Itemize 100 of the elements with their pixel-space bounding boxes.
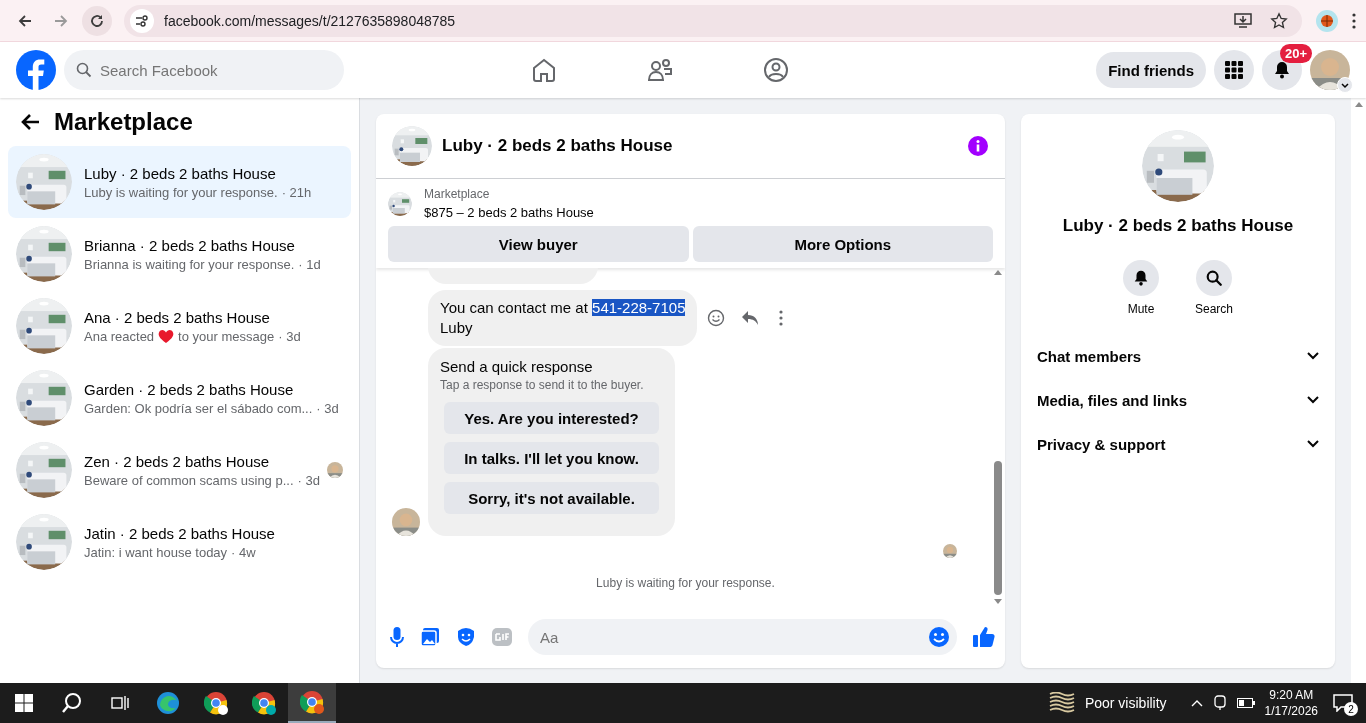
address-bar[interactable]: facebook.com/messages/t/2127635898048785 xyxy=(124,4,1302,37)
bell-icon xyxy=(1132,269,1150,287)
conversation-preview: Ana reacted xyxy=(84,328,155,344)
info-icon[interactable] xyxy=(967,135,989,157)
conversation-item[interactable]: Brianna · 2 beds 2 baths House Brianna is waiting for your response. · 1d xyxy=(8,218,351,290)
conversation-item[interactable]: Garden · 2 beds 2 baths House Garden: Ok podría ser el sábado com... · 3d xyxy=(8,362,351,434)
reload-icon xyxy=(89,12,105,29)
conversation-title: Brianna · 2 beds 2 baths House xyxy=(84,236,296,254)
microphone-icon[interactable] xyxy=(390,627,404,647)
scroll-up-icon[interactable] xyxy=(1354,102,1363,107)
conversation-title: Garden · 2 beds 2 baths House xyxy=(84,380,295,398)
scroll-down-icon[interactable] xyxy=(994,599,1002,604)
find-friends-button[interactable]: Find friends xyxy=(1096,52,1206,88)
contact-name: Luby · 2 beds 2 baths House xyxy=(1062,216,1294,236)
reply-icon[interactable] xyxy=(741,310,760,326)
menu-button[interactable] xyxy=(1214,50,1254,90)
message-bubble: You can contact me at 541-228-7105 Luby xyxy=(428,290,698,346)
chrome-icon xyxy=(252,691,276,715)
forward-arrow-icon xyxy=(53,12,69,29)
install-app-icon[interactable] xyxy=(1234,12,1252,29)
conversation-preview: Jatin: i want house today xyxy=(84,544,228,560)
grid-icon xyxy=(1225,61,1243,79)
status-text: Luby is waiting for your response. xyxy=(595,576,776,590)
sidebar-title: Marketplace xyxy=(54,108,193,136)
site-settings-icon[interactable] xyxy=(135,14,149,27)
conversation-title: Luby · 2 beds 2 baths House xyxy=(84,164,277,182)
taskbar-app-button[interactable] xyxy=(288,683,336,723)
section-header[interactable]: Privacy & support xyxy=(1029,422,1327,466)
home-icon[interactable] xyxy=(531,57,558,83)
conversation-preview: to your message xyxy=(178,328,275,344)
more-icon[interactable] xyxy=(779,310,784,326)
quick-reply-button[interactable]: Yes. Are you interested? xyxy=(444,402,659,434)
bell-icon xyxy=(1272,60,1292,80)
conversation-item[interactable]: Jatin · 2 beds 2 baths House Jatin: i want house today · 4w xyxy=(8,506,351,578)
page-scrollbar[interactable] xyxy=(1351,98,1366,683)
chrome-icon xyxy=(300,690,324,714)
chevron-down-icon[interactable] xyxy=(1337,77,1353,93)
search-icon xyxy=(61,692,83,714)
thumbs-up-icon[interactable] xyxy=(973,626,995,648)
facebook-logo[interactable] xyxy=(16,50,56,90)
reload-button[interactable] xyxy=(82,5,112,36)
conversation-item[interactable]: Ana · 2 beds 2 baths House Ana reacted to your message · 3d xyxy=(8,290,351,362)
weather-text[interactable]: Poor visibility xyxy=(1084,695,1167,711)
heart-icon xyxy=(158,328,175,344)
search-icon xyxy=(76,62,92,78)
weather-icon[interactable] xyxy=(1048,692,1075,714)
conversation-time: · 4w xyxy=(231,544,256,560)
conversation-preview: Beware of common scams using p... xyxy=(84,472,294,488)
conversation-time: · 21h xyxy=(281,184,312,200)
groups-icon[interactable] xyxy=(763,57,790,83)
notification-center-button[interactable]: 2 xyxy=(1328,688,1358,718)
sticker-icon[interactable] xyxy=(456,627,476,647)
conversation-title: Ana · 2 beds 2 baths House xyxy=(84,308,271,326)
chat-title: Luby · 2 beds 2 baths House xyxy=(442,136,674,156)
notification-badge: 20+ xyxy=(1279,44,1312,63)
listing-title: $875 – 2 beds 2 baths House xyxy=(424,205,594,220)
conversation-title: Jatin · 2 beds 2 baths House xyxy=(84,524,276,542)
back-arrow-icon[interactable] xyxy=(20,113,40,131)
conversation-preview: Garden: Ok podría ser el sábado com... xyxy=(84,400,313,416)
conversation-time: · 1d xyxy=(298,256,321,272)
section-header[interactable]: Media, files and links xyxy=(1029,378,1327,422)
windows-logo-icon xyxy=(15,694,33,712)
star-icon[interactable] xyxy=(1270,11,1288,30)
smiley-icon[interactable] xyxy=(707,309,726,327)
conversation-item[interactable]: Luby · 2 beds 2 baths House Luby is waiting for your response. · 21h xyxy=(8,146,351,218)
emoji-icon[interactable] xyxy=(928,626,950,648)
conversation-preview: Luby is waiting for your response. xyxy=(84,184,278,200)
quick-response-subtitle: Tap a response to send it to the buyer. xyxy=(440,378,645,392)
listing-label: Marketplace xyxy=(424,187,491,201)
search-field[interactable]: Search Facebook xyxy=(64,50,344,90)
message-icon xyxy=(1333,694,1353,712)
profile-icon[interactable] xyxy=(1316,9,1338,32)
clock[interactable]: 9:20 AM 1/17/2026 xyxy=(1264,687,1318,719)
task-view-icon xyxy=(111,694,129,712)
chrome-icon xyxy=(204,691,228,715)
edge-icon xyxy=(156,691,180,715)
conversation-item[interactable]: Zen · 2 beds 2 baths House Beware of common scams using p... · 3d xyxy=(8,434,351,506)
scrollbar[interactable] xyxy=(991,268,1005,606)
url-text: facebook.com/messages/t/2127635898048785 xyxy=(164,12,457,29)
scroll-up-icon[interactable] xyxy=(994,270,1002,275)
conversation-preview: Brianna is waiting for your response. xyxy=(84,256,295,272)
conversation-time: · 3d xyxy=(316,400,339,416)
battery-icon[interactable] xyxy=(1236,698,1255,708)
friends-icon[interactable] xyxy=(647,57,674,83)
quick-reply-button[interactable]: Sorry, it's not available. xyxy=(444,482,659,514)
scrollbar-thumb[interactable] xyxy=(994,461,1002,595)
image-icon[interactable] xyxy=(420,627,440,647)
chevron-up-icon[interactable] xyxy=(1190,699,1203,707)
conversation-title: Zen · 2 beds 2 baths House xyxy=(84,452,271,470)
section-header[interactable]: Chat members xyxy=(1029,334,1327,378)
quick-reply-button[interactable]: In talks. I'll let you know. xyxy=(444,442,659,474)
menu-icon[interactable] xyxy=(1352,12,1356,29)
conversation-time: · 3d xyxy=(278,328,301,344)
conversation-time: · 3d xyxy=(297,472,320,488)
back-arrow-icon xyxy=(17,12,33,29)
quick-response-title: Send a quick response xyxy=(440,358,594,375)
search-icon xyxy=(1205,269,1223,287)
action-button[interactable]: More Options xyxy=(692,226,993,262)
action-button[interactable]: View buyer xyxy=(388,226,689,262)
message-input[interactable]: Aa xyxy=(528,619,957,655)
